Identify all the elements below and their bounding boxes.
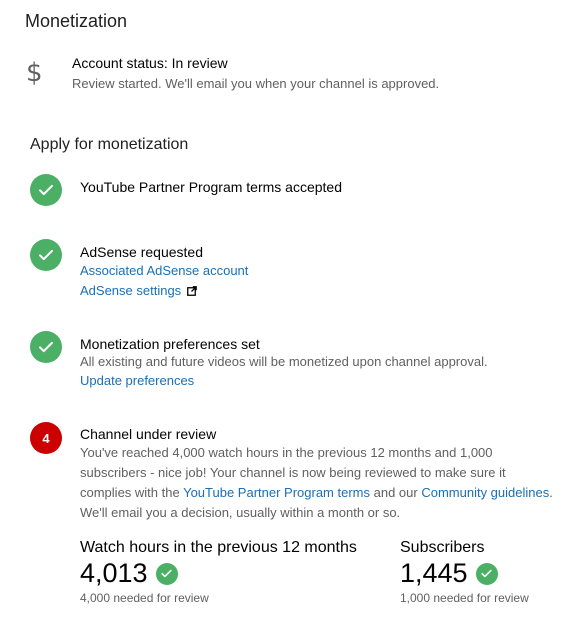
check-icon — [475, 562, 498, 585]
dollar-icon: $ — [26, 58, 43, 88]
update-preferences-link[interactable]: Update preferences — [80, 373, 194, 388]
watch-hours-value: 4,013 — [80, 558, 178, 589]
community-guidelines-link[interactable]: Community guidelines — [421, 485, 549, 500]
partner-program-terms-link[interactable]: YouTube Partner Program terms — [183, 485, 370, 500]
step-number-badge: 4 — [30, 422, 62, 454]
account-status-title: Account status: In review — [72, 55, 228, 71]
description-line: subscribers - nice job! Your channel is … — [80, 465, 506, 480]
subscribers-label: Subscribers — [400, 539, 485, 556]
check-icon — [155, 562, 178, 585]
description-line: complies with the YouTube Partner Progra… — [80, 485, 553, 500]
watch-hours-label: Watch hours in the previous 12 months — [80, 539, 357, 556]
check-icon — [30, 239, 62, 271]
watch-hours-needed: 4,000 needed for review — [80, 591, 209, 605]
check-icon — [30, 174, 62, 206]
description-line: We'll email you a decision, usually with… — [80, 505, 401, 520]
associated-adsense-link[interactable]: Associated AdSense account — [80, 263, 248, 278]
step-title: Channel under review — [80, 426, 217, 442]
subscribers-needed: 1,000 needed for review — [400, 591, 529, 605]
description-line: You've reached 4,000 watch hours in the … — [80, 445, 493, 460]
adsense-settings-link[interactable]: AdSense settings — [80, 283, 198, 298]
step-title: Monetization preferences set — [80, 336, 260, 352]
page-title: Monetization — [25, 11, 128, 31]
account-status-description: Review started. We'll email you when you… — [72, 76, 440, 91]
step-description: You've reached 4,000 watch hours in the … — [80, 443, 565, 523]
check-icon — [30, 331, 62, 363]
step-title: YouTube Partner Program terms accepted — [80, 179, 342, 195]
external-link-icon — [187, 286, 198, 296]
section-title: Apply for monetization — [30, 136, 189, 153]
step-title: AdSense requested — [80, 244, 203, 260]
subscribers-value: 1,445 — [400, 558, 498, 589]
adsense-settings-label: AdSense settings — [80, 283, 182, 298]
step-description: All existing and future videos will be m… — [80, 354, 488, 369]
